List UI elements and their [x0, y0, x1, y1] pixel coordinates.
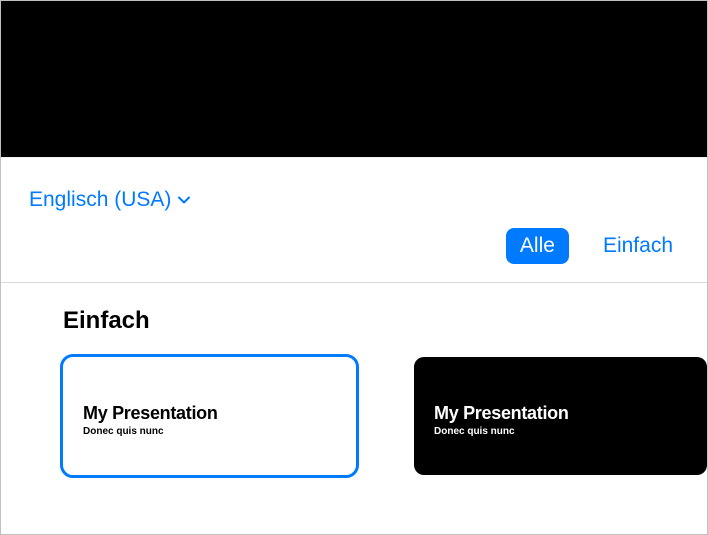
filter-row: Alle Einfach — [1, 212, 707, 282]
chevron-down-icon — [177, 193, 191, 207]
language-label: Englisch (USA) — [29, 188, 171, 212]
template-title: My Presentation — [83, 403, 336, 424]
theme-chooser-frame: Englisch (USA) Alle Einfach Einfach My P… — [0, 0, 708, 535]
section-title: Einfach — [63, 307, 707, 335]
content-region: Englisch (USA) Alle Einfach Einfach My P… — [1, 157, 707, 534]
template-grid: My Presentation Donec quis nunc My Prese… — [1, 335, 707, 475]
language-row: Englisch (USA) — [1, 158, 707, 212]
filter-all-button[interactable]: Alle — [506, 228, 569, 264]
template-subtitle: Donec quis nunc — [83, 426, 336, 437]
section-header: Einfach — [1, 283, 707, 335]
template-thumbnail-black[interactable]: My Presentation Donec quis nunc — [414, 357, 707, 475]
template-thumbnail-white[interactable]: My Presentation Donec quis nunc — [63, 357, 356, 475]
black-header-region — [1, 1, 707, 157]
filter-simple-button[interactable]: Einfach — [603, 234, 673, 258]
language-dropdown[interactable]: Englisch (USA) — [29, 188, 191, 212]
template-subtitle: Donec quis nunc — [434, 426, 687, 437]
template-title: My Presentation — [434, 403, 687, 424]
